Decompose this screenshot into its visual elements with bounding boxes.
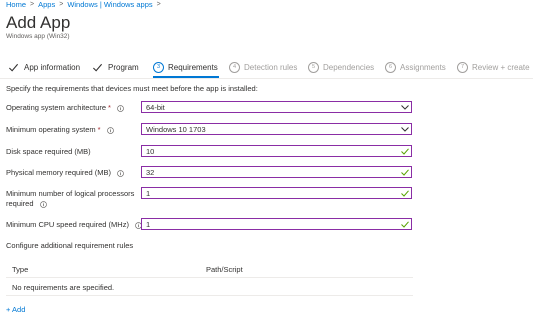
os-architecture-dropdown[interactable]: 64-bit <box>141 101 412 113</box>
required-marker: * <box>108 103 111 112</box>
tab-program[interactable]: Program <box>92 60 139 74</box>
tab-label: Review + create <box>472 62 530 72</box>
breadcrumb-separator: > <box>156 1 161 8</box>
label-text: Physical memory required (MB) <box>6 168 112 177</box>
tab-label: App information <box>24 62 81 72</box>
tab-dependencies[interactable]: 5 Dependencies <box>308 60 374 74</box>
info-icon[interactable] <box>117 169 124 177</box>
tab-label: Program <box>108 62 139 72</box>
logical-processors-label: Minimum number of logical processors req… <box>6 189 134 209</box>
column-header-path-script[interactable]: Path/Script <box>206 265 243 274</box>
valid-check-icon <box>399 218 411 230</box>
tab-review-create[interactable]: 7 Review + create <box>457 60 530 74</box>
checkmark-icon <box>92 63 103 72</box>
dropdown-value: Windows 10 1703 <box>146 124 206 134</box>
breadcrumb: Home > Apps > Windows | Windows apps > <box>6 0 165 9</box>
step-number-badge: 4 <box>229 61 240 73</box>
chevron-down-icon <box>399 123 411 135</box>
tab-label: Dependencies <box>323 62 375 72</box>
input-value: 32 <box>146 167 155 177</box>
step-number-badge: 3 <box>153 61 164 73</box>
page-subtitle: Windows app (Win32) <box>6 33 70 40</box>
tab-divider <box>0 78 533 79</box>
table-header-divider <box>6 277 413 278</box>
label-text: Disk space required (MB) <box>6 147 91 156</box>
add-requirement-link[interactable]: + Add <box>6 305 25 314</box>
cpu-speed-input[interactable]: 1 <box>141 218 412 230</box>
input-value: 1 <box>146 219 151 229</box>
chevron-down-icon <box>399 101 411 113</box>
dropdown-value: 64-bit <box>146 102 165 112</box>
label-text: Minimum operating system <box>6 125 96 134</box>
tab-label: Detection rules <box>244 62 298 72</box>
min-os-label: Minimum operating system * <box>6 125 114 135</box>
label-text-line1: Minimum number of logical processors <box>6 189 135 198</box>
disk-space-input[interactable]: 10 <box>141 145 412 157</box>
valid-check-icon <box>399 145 411 157</box>
tab-app-information[interactable]: App information <box>8 60 80 74</box>
input-value: 10 <box>146 146 155 156</box>
physical-memory-label: Physical memory required (MB) <box>6 168 124 178</box>
breadcrumb-apps[interactable]: Apps <box>38 0 55 9</box>
info-icon[interactable] <box>117 104 124 112</box>
tab-requirements[interactable]: 3 Requirements <box>153 60 218 74</box>
empty-table-message: No requirements are specified. <box>12 283 115 292</box>
requirements-intro: Specify the requirements that devices mu… <box>6 84 258 93</box>
breadcrumb-separator: > <box>59 1 64 8</box>
info-icon[interactable] <box>106 126 114 134</box>
configure-rules-text: Configure additional requirement rules <box>6 241 134 250</box>
info-icon[interactable] <box>39 200 47 208</box>
disk-space-label: Disk space required (MB) <box>6 147 91 157</box>
valid-check-icon <box>399 166 411 178</box>
label-text: required <box>6 199 34 208</box>
table-row-divider <box>6 295 413 296</box>
column-header-type[interactable]: Type <box>12 265 28 274</box>
os-architecture-label: Operating system architecture * <box>6 103 124 113</box>
physical-memory-input[interactable]: 32 <box>141 166 412 178</box>
tab-label: Assignments <box>400 62 446 72</box>
required-marker: * <box>97 125 101 134</box>
tab-detection-rules[interactable]: 4 Detection rules <box>229 60 297 74</box>
label-text-line2: required <box>6 199 134 209</box>
breadcrumb-home[interactable]: Home <box>6 0 26 9</box>
label-text: Operating system architecture <box>6 103 107 112</box>
input-value: 1 <box>146 188 151 198</box>
tab-assignments[interactable]: 6 Assignments <box>385 60 446 74</box>
step-number-badge: 7 <box>457 61 468 73</box>
step-number-badge: 5 <box>308 61 319 73</box>
logical-processors-input[interactable]: 1 <box>141 187 412 199</box>
tab-label: Requirements <box>168 62 218 72</box>
step-number-badge: 6 <box>385 61 396 73</box>
checkmark-icon <box>8 63 19 72</box>
min-os-dropdown[interactable]: Windows 10 1703 <box>141 123 412 135</box>
breadcrumb-windows-apps[interactable]: Windows | Windows apps <box>67 0 152 9</box>
valid-check-icon <box>399 187 411 199</box>
active-tab-indicator <box>153 76 219 78</box>
breadcrumb-separator: > <box>30 1 35 8</box>
cpu-speed-label: Minimum CPU speed required (MHz) <box>6 220 142 230</box>
page-title: Add App <box>6 13 71 32</box>
label-text: Minimum CPU speed required (MHz) <box>6 220 129 229</box>
